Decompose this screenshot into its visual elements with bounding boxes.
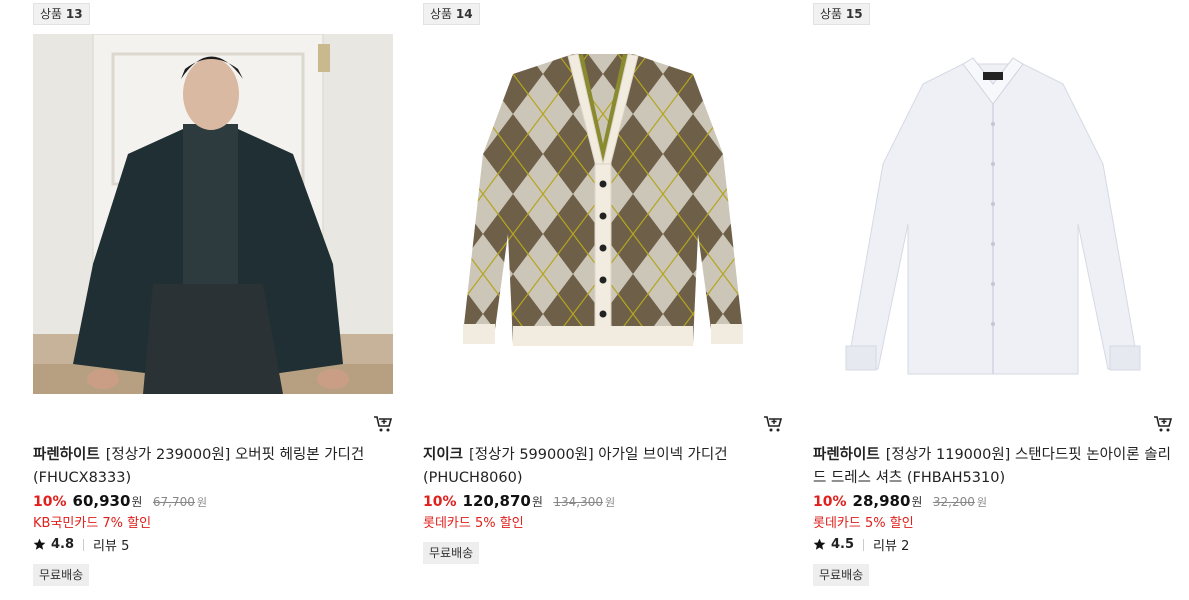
product-image[interactable]: [33, 34, 393, 394]
brand-name: 파렌하이트: [813, 447, 880, 463]
original-price: 32,200: [932, 495, 975, 509]
discount-rate: 10%: [423, 494, 457, 510]
currency-unit: 원: [531, 495, 543, 509]
product-number-badge: 상품 15: [813, 3, 870, 25]
product-number-badge: 상품 14: [423, 3, 480, 25]
rating-score: 4.8: [51, 537, 75, 552]
price-row: 10% 28,980원 32,200 원: [813, 492, 987, 510]
original-price: 134,300: [553, 495, 603, 509]
free-shipping-badge: 무료배송: [33, 564, 90, 586]
product-title[interactable]: 파렌하이트 [정상가 239000원] 오버핏 헤링본 가디건 (FHUCX833…: [33, 444, 393, 490]
currency-unit: 원: [976, 496, 988, 509]
free-shipping-badge: 무료배송: [813, 564, 870, 586]
product-title[interactable]: 파렌하이트 [정상가 119000원] 스탠다드핏 논아이론 솔리드 드레스 셔츠…: [813, 444, 1173, 490]
product-image[interactable]: [813, 34, 1173, 394]
rating-row: 4.5 리뷰 2: [813, 535, 909, 554]
rating-score: 4.5: [831, 537, 855, 552]
card-promo: 롯데카드 5% 할인: [813, 516, 914, 531]
white-shirt-photo: [813, 34, 1173, 394]
sale-price: 28,980: [852, 492, 911, 510]
model-cardigan-photo: [33, 34, 393, 394]
argyle-cardigan-photo: [423, 34, 783, 394]
cart-icon[interactable]: [763, 414, 783, 434]
product-image[interactable]: [423, 34, 783, 394]
sale-price: 120,870: [462, 492, 531, 510]
currency-unit: 원: [911, 495, 923, 509]
currency-unit: 원: [131, 495, 143, 509]
product-title[interactable]: 지이크 [정상가 599000원] 아가일 브이넥 가디건 (PHUCH8060): [423, 444, 783, 490]
product-number-badge: 상품 13: [33, 3, 90, 25]
price-row: 10% 60,930원 67,700 원: [33, 492, 207, 510]
divider: [83, 538, 85, 551]
cart-icon[interactable]: [1153, 414, 1173, 434]
currency-unit: 원: [604, 496, 616, 509]
product-name: [정상가 599000원] 아가일 브이넥 가디건 (PHUCH8060): [423, 447, 728, 486]
review-count[interactable]: 리뷰 2: [873, 535, 909, 554]
card-promo: 롯데카드 5% 할인: [423, 516, 524, 531]
review-count[interactable]: 리뷰 5: [93, 535, 129, 554]
rating-row: 4.8 리뷰 5: [33, 535, 129, 554]
discount-rate: 10%: [33, 494, 67, 510]
brand-name: 파렌하이트: [33, 447, 100, 463]
currency-unit: 원: [196, 496, 208, 509]
discount-rate: 10%: [813, 494, 847, 510]
cart-icon[interactable]: [373, 414, 393, 434]
free-shipping-badge: 무료배송: [423, 542, 480, 564]
star-icon: [33, 538, 46, 550]
brand-name: 지이크: [423, 447, 464, 463]
price-row: 10% 120,870원 134,300 원: [423, 492, 615, 510]
card-promo: KB국민카드 7% 할인: [33, 516, 152, 531]
divider: [863, 538, 865, 551]
original-price: 67,700: [152, 495, 195, 509]
sale-price: 60,930: [72, 492, 131, 510]
star-icon: [813, 538, 826, 550]
